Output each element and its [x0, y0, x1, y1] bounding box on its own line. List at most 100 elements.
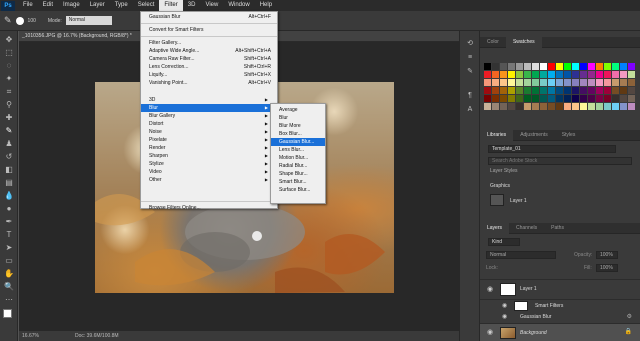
- tab-paths[interactable]: Paths: [544, 223, 571, 234]
- layer-row[interactable]: ◉ Background 🔒: [480, 323, 640, 341]
- color-swatch[interactable]: [604, 95, 611, 102]
- marquee-tool-icon[interactable]: ⬚: [4, 48, 14, 58]
- menu-layer[interactable]: Layer: [85, 0, 110, 11]
- move-tool-icon[interactable]: ✥: [4, 35, 14, 45]
- menu-item-camera-raw[interactable]: Camera Raw Filter... Shift+Ctrl+A: [141, 55, 277, 63]
- color-swatch[interactable]: [524, 79, 531, 86]
- blur-item-gaussian-blur[interactable]: Gaussian Blur...: [271, 138, 325, 146]
- color-swatch[interactable]: [548, 71, 555, 78]
- type-tool-icon[interactable]: T: [4, 230, 14, 240]
- color-swatch[interactable]: [564, 79, 571, 86]
- blur-item-smart-blur[interactable]: Smart Blur...: [271, 178, 325, 186]
- color-swatch[interactable]: [484, 87, 491, 94]
- color-swatch[interactable]: [580, 87, 587, 94]
- color-swatch[interactable]: [492, 71, 499, 78]
- color-swatch[interactable]: [628, 87, 635, 94]
- color-swatch[interactable]: [564, 87, 571, 94]
- crop-tool-icon[interactable]: ⌗: [4, 87, 14, 97]
- zoom-tool-icon[interactable]: 🔍: [4, 282, 14, 292]
- tab-styles[interactable]: Styles: [555, 130, 583, 141]
- adobe-stock-search[interactable]: Search Adobe Stock: [488, 157, 632, 165]
- zoom-level[interactable]: 16.67%: [22, 331, 39, 341]
- color-swatch[interactable]: [524, 63, 531, 70]
- color-swatch[interactable]: [548, 95, 555, 102]
- menu-item-lens-correction[interactable]: Lens Correction... Shift+Ctrl+R: [141, 63, 277, 71]
- menu-item-browse-filters-online[interactable]: Browse Filters Online...: [141, 204, 277, 212]
- color-swatch[interactable]: [628, 95, 635, 102]
- color-swatch[interactable]: [540, 79, 547, 86]
- color-swatch[interactable]: [532, 79, 539, 86]
- color-swatch[interactable]: [620, 71, 627, 78]
- color-swatch[interactable]: [580, 79, 587, 86]
- color-swatch[interactable]: [540, 63, 547, 70]
- color-swatch[interactable]: [500, 79, 507, 86]
- section-layer-styles[interactable]: Layer Styles: [490, 168, 518, 174]
- color-swatch[interactable]: [596, 87, 603, 94]
- color-swatch[interactable]: [612, 71, 619, 78]
- tab-swatches[interactable]: Swatches: [505, 37, 542, 48]
- menu-item-blur[interactable]: Blur ▶: [141, 104, 271, 112]
- color-swatch[interactable]: [556, 87, 563, 94]
- color-swatch[interactable]: [604, 63, 611, 70]
- opacity-input[interactable]: 100%: [596, 251, 618, 259]
- menu-item-liquify[interactable]: Liquify... Shift+Ctrl+X: [141, 71, 277, 79]
- color-swatch[interactable]: [540, 71, 547, 78]
- menu-item-render[interactable]: Render ▶: [141, 144, 271, 152]
- color-swatch[interactable]: [580, 63, 587, 70]
- color-swatch[interactable]: [612, 63, 619, 70]
- color-swatch[interactable]: [492, 79, 499, 86]
- color-swatch[interactable]: [588, 79, 595, 86]
- tab-adjustments[interactable]: Adjustments: [513, 130, 555, 141]
- color-swatch[interactable]: [508, 71, 515, 78]
- color-swatch[interactable]: [500, 103, 507, 110]
- brush-tool-icon[interactable]: ✎: [4, 15, 12, 26]
- color-swatch[interactable]: [612, 95, 619, 102]
- color-swatch[interactable]: [500, 63, 507, 70]
- foreground-color-swatch[interactable]: [3, 309, 12, 318]
- color-swatch[interactable]: [532, 63, 539, 70]
- color-swatch[interactable]: [516, 87, 523, 94]
- graphic-thumbnail[interactable]: [490, 194, 504, 206]
- color-swatch[interactable]: [588, 103, 595, 110]
- color-swatch[interactable]: [556, 63, 563, 70]
- menu-item-convert-smart-filters[interactable]: Convert for Smart Filters: [141, 26, 277, 34]
- color-swatch[interactable]: [572, 95, 579, 102]
- color-swatch[interactable]: [548, 63, 555, 70]
- color-swatch[interactable]: [500, 95, 507, 102]
- eraser-tool-icon[interactable]: ◧: [4, 165, 14, 175]
- color-swatch[interactable]: [548, 87, 555, 94]
- layer-filter-kind-select[interactable]: Kind: [488, 238, 520, 246]
- menu-item-sharpen[interactable]: Sharpen ▶: [141, 152, 271, 160]
- color-swatch[interactable]: [484, 71, 491, 78]
- lasso-tool-icon[interactable]: ◌: [4, 61, 14, 71]
- menu-item-other[interactable]: Other ▶: [141, 176, 271, 184]
- color-swatch[interactable]: [484, 63, 491, 70]
- menu-item-blur-gallery[interactable]: Blur Gallery ▶: [141, 112, 271, 120]
- hand-tool-icon[interactable]: ✋: [4, 269, 14, 279]
- color-swatch[interactable]: [492, 87, 499, 94]
- visibility-eye-icon[interactable]: ◉: [502, 313, 507, 320]
- color-swatch[interactable]: [540, 95, 547, 102]
- color-swatch[interactable]: [572, 79, 579, 86]
- pen-tool-icon[interactable]: ✒: [4, 217, 14, 227]
- color-swatch[interactable]: [572, 71, 579, 78]
- path-select-tool-icon[interactable]: ➤: [4, 243, 14, 253]
- color-swatch[interactable]: [492, 63, 499, 70]
- color-swatch[interactable]: [516, 103, 523, 110]
- color-swatch[interactable]: [556, 71, 563, 78]
- color-swatch[interactable]: [604, 79, 611, 86]
- visibility-eye-icon[interactable]: ◉: [502, 302, 507, 309]
- color-swatch[interactable]: [596, 103, 603, 110]
- healing-tool-icon[interactable]: ✚: [4, 113, 14, 123]
- blur-item-box-blur[interactable]: Box Blur...: [271, 130, 325, 138]
- menu-item-distort[interactable]: Distort ▶: [141, 120, 271, 128]
- color-swatch[interactable]: [532, 71, 539, 78]
- color-swatch[interactable]: [620, 103, 627, 110]
- color-swatch[interactable]: [588, 87, 595, 94]
- color-swatch[interactable]: [620, 79, 627, 86]
- tab-color[interactable]: Color: [480, 37, 506, 48]
- shape-tool-icon[interactable]: ▭: [4, 256, 14, 266]
- color-swatch[interactable]: [596, 63, 603, 70]
- layer-row[interactable]: ◉ Smart Filters: [480, 299, 640, 311]
- blur-item-blur-more[interactable]: Blur More: [271, 122, 325, 130]
